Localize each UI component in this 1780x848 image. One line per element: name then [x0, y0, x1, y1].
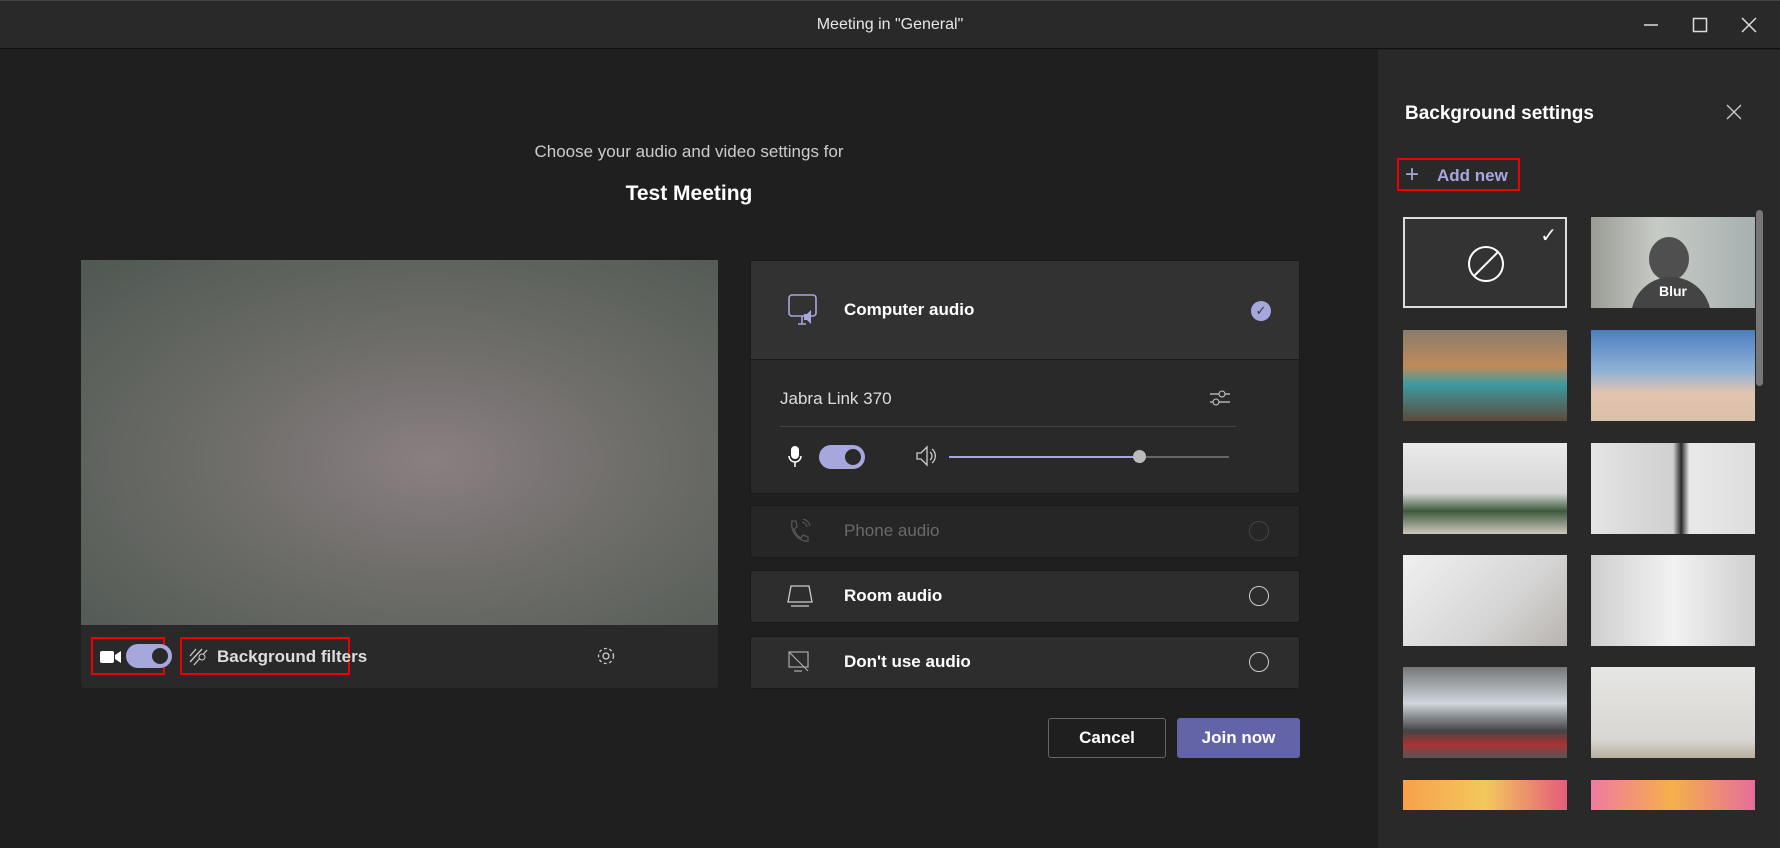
divider — [780, 426, 1236, 427]
camera-toggle[interactable] — [126, 644, 172, 668]
audio-device-name: Jabra Link 370 — [780, 389, 892, 408]
device-settings-sliders-icon[interactable] — [1209, 388, 1231, 408]
audio-option-room[interactable]: Room audio — [750, 570, 1300, 623]
volume-slider[interactable] — [949, 450, 1229, 463]
radio-button — [1249, 521, 1269, 541]
phone-icon — [791, 519, 811, 542]
camera-icon — [100, 651, 121, 663]
background-tile-blur[interactable]: Blur — [1591, 217, 1755, 308]
join-now-button[interactable]: Join now — [1177, 718, 1300, 758]
background-tile-none[interactable]: ✓ — [1403, 217, 1567, 308]
background-tile[interactable] — [1403, 667, 1567, 758]
prejoin-subtitle: Choose your audio and video settings for — [534, 142, 844, 161]
background-tile[interactable] — [1591, 667, 1755, 758]
computer-audio-section: Computer audio ✓ Jabra Link 370 — [750, 260, 1300, 494]
audio-option-label: Room audio — [844, 586, 943, 605]
background-tile[interactable] — [1591, 330, 1755, 421]
audio-option-none[interactable]: Don't use audio — [750, 636, 1300, 689]
add-new-label: Add new — [1437, 166, 1508, 185]
background-tile[interactable] — [1403, 330, 1567, 421]
background-filters-button[interactable]: Background filters — [180, 637, 367, 675]
audio-option-computer[interactable]: Computer audio ✓ — [751, 261, 1299, 360]
background-tile[interactable] — [1403, 443, 1567, 534]
window-title: Meeting in "General" — [816, 16, 964, 33]
microphone-icon — [788, 446, 802, 467]
radio-button[interactable] — [1249, 586, 1269, 606]
volume-fill — [949, 456, 1140, 458]
audio-option-phone: Phone audio — [750, 505, 1300, 558]
volume-thumb[interactable] — [1133, 450, 1147, 463]
plus-icon: + — [1405, 161, 1420, 188]
background-settings-panel: Background settings + Add new ✓ Blur — [1378, 50, 1780, 848]
no-background-icon — [1468, 246, 1504, 282]
microphone-toggle[interactable] — [819, 445, 865, 469]
video-toolbar: Background filters — [81, 625, 718, 688]
device-settings-gear-icon[interactable] — [595, 645, 617, 667]
audio-option-label: Don't use audio — [844, 652, 971, 671]
no-audio-icon — [788, 651, 809, 672]
audio-option-label: Phone audio — [844, 521, 940, 540]
minimize-button[interactable] — [1631, 9, 1671, 41]
background-tile[interactable] — [1591, 780, 1755, 810]
camera-toggle-group[interactable] — [91, 637, 172, 675]
video-preview — [81, 260, 718, 625]
background-filters-icon — [189, 648, 208, 666]
background-tile[interactable] — [1403, 555, 1567, 646]
panel-title: Background settings — [1405, 103, 1594, 124]
selected-check-icon: ✓ — [1251, 301, 1271, 321]
panel-scrollbar[interactable] — [1756, 210, 1763, 386]
radio-button[interactable] — [1249, 652, 1269, 672]
speaker-volume-icon — [916, 445, 936, 467]
background-tile[interactable] — [1591, 555, 1755, 646]
checkmark-icon: ✓ — [1540, 225, 1557, 247]
room-device-icon — [787, 585, 813, 607]
maximize-button[interactable] — [1680, 9, 1720, 41]
add-new-button[interactable]: + Add new — [1397, 158, 1520, 191]
computer-speaker-icon — [788, 294, 817, 325]
title-bar: Meeting in "General" — [0, 0, 1780, 49]
audio-option-label: Computer audio — [844, 300, 975, 319]
background-filters-label: Background filters — [217, 647, 368, 666]
tile-label: Blur — [1659, 283, 1687, 299]
cancel-button[interactable]: Cancel — [1048, 718, 1166, 758]
meeting-name: Test Meeting — [625, 182, 753, 205]
close-panel-icon[interactable] — [1726, 104, 1742, 120]
background-tile[interactable] — [1591, 443, 1755, 534]
close-window-button[interactable] — [1729, 9, 1769, 41]
background-tile[interactable] — [1403, 780, 1567, 810]
